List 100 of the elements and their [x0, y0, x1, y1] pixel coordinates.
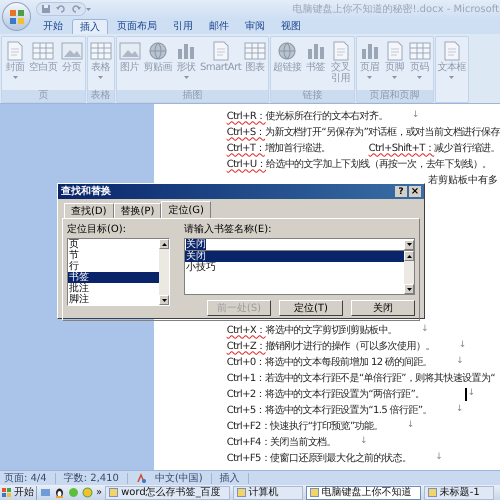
table-icon — [32, 41, 54, 61]
taskbar-button[interactable]: 电脑键盘上你不知道 — [306, 486, 421, 500]
group-label: 插图 — [116, 90, 268, 102]
dropdown-caret-icon — [12, 76, 18, 79]
list-item[interactable]: 书签 — [68, 272, 159, 283]
scroll-down-button[interactable] — [404, 240, 414, 250]
table-icon — [408, 41, 431, 61]
ribbon-tab[interactable]: 视图 — [274, 19, 308, 34]
taskbar-button[interactable]: 计算机 — [232, 486, 303, 500]
window-icon — [236, 488, 246, 497]
window-icon — [109, 488, 118, 497]
start-button[interactable]: 开始 — [0, 486, 37, 500]
document-text: 若剪贴板中有多 — [428, 174, 498, 188]
list-item[interactable]: 批注 — [68, 283, 159, 294]
bookmark-name-combobox[interactable]: 关闭 — [184, 238, 415, 251]
shortcut-description: 若选中的文本行距不是“单倍行距”，则将其快速设置为“ — [265, 372, 495, 386]
shortcut-description: 使窗口还原到最大化之前的状态。 — [270, 452, 412, 466]
scroll-up-button[interactable] — [159, 239, 169, 249]
shortcut-key: Ctrl+Z： — [226, 338, 266, 354]
shortcut-key: Ctrl+T： — [226, 140, 265, 156]
down-arrow-icon — [406, 243, 412, 246]
shortcut-description: 将选中的文本行距设置为“1.5 倍行距”。 — [265, 404, 432, 418]
ribbon-tab[interactable]: 开始 — [36, 19, 70, 34]
ribbon-tab[interactable]: 引用 — [166, 19, 200, 34]
dialog-tab[interactable]: 替换(P) — [114, 203, 162, 218]
shortcut-description: 将选中的文字剪切到剪贴板中。 — [266, 324, 398, 338]
more-button[interactable]: » — [96, 485, 102, 500]
shortcut-description: 给选中的文字加上下划线（再按一次，去年下划线）。 — [266, 158, 492, 172]
language-indicator[interactable]: 中文(中国) — [154, 470, 203, 486]
shortcut-key: Ctrl+F2： — [226, 418, 270, 434]
table-icon — [244, 41, 266, 61]
dropdown-caret-icon — [449, 76, 454, 79]
paragraph-mark: ↓ — [456, 403, 463, 416]
insert-mode[interactable]: 插入 — [220, 470, 240, 486]
circle-icon[interactable] — [82, 487, 93, 498]
list-item[interactable]: 行 — [68, 261, 159, 272]
paragraph-mark: ↓ — [406, 419, 414, 432]
down-arrow-icon — [406, 288, 412, 290]
list-item[interactable]: 小技巧 — [185, 262, 404, 273]
dialog-tab[interactable]: 查找(D) — [64, 203, 114, 218]
shortcut-description: 将选中的文本每段前增加 12 磅的间距。 — [265, 356, 432, 370]
close-button[interactable]: × — [409, 186, 421, 197]
shortcut-description: 快速执行“打印预览”功能。 — [270, 420, 383, 434]
proofing-icon[interactable] — [136, 472, 147, 484]
paragraph-mark: ↓ — [412, 109, 419, 122]
ribbon-tab[interactable]: 插入 — [72, 19, 108, 34]
paragraph-mark: ↓ — [421, 323, 428, 336]
scrollbar[interactable] — [159, 239, 169, 305]
office-button[interactable] — [2, 2, 31, 31]
dropdown-caret-icon — [392, 76, 398, 79]
shortcut-key: Ctrl+0： — [226, 354, 266, 370]
penguin-icon[interactable] — [54, 487, 65, 498]
globe-icon — [146, 41, 169, 61]
shortcut-key: Ctrl+5： — [226, 402, 266, 418]
dialog-button[interactable]: 关闭 — [351, 300, 415, 316]
shortcut-key: Ctrl+U： — [226, 156, 266, 172]
scroll-up-button[interactable] — [404, 251, 414, 261]
list-item[interactable]: 关闭 — [185, 251, 404, 262]
list-item[interactable]: 节 — [68, 250, 159, 261]
globe-icon — [276, 41, 298, 61]
group-label: 页眉和页脚 — [356, 90, 433, 102]
window-icon — [428, 488, 437, 497]
help-button[interactable]: ? — [395, 186, 407, 197]
shortcut-key: Ctrl+F4： — [226, 434, 270, 450]
paragraph-mark: ↓ — [456, 355, 464, 368]
page-count[interactable]: 页面: 4/4 — [4, 470, 47, 486]
dialog-button[interactable]: 定位(T) — [279, 300, 343, 316]
target-listbox[interactable]: 页 节 行 书签 批注 脚注 — [67, 238, 170, 306]
taskbar-button[interactable]: 未标题-1 — [424, 486, 494, 500]
shortcut-description: 为新文档打开“另保存为”对话框，或对当前文档进行保存 — [265, 126, 500, 140]
taskbar-button[interactable]: word怎么存书签_百度 — [105, 486, 230, 500]
window-icon — [310, 488, 319, 497]
ribbon-tab[interactable]: 审阅 — [238, 19, 272, 34]
office-logo-icon — [8, 8, 24, 24]
document-icon — [6, 41, 24, 61]
picture-icon — [118, 41, 140, 61]
list-item[interactable]: 页 — [68, 239, 159, 250]
list-item[interactable]: 脚注 — [68, 294, 159, 305]
group-label: 页 — [2, 90, 84, 102]
paragraph-mark: ↓ — [435, 451, 442, 464]
shortcut-description: 撤销刚才进行的操作（可以多次使用）。 — [266, 340, 435, 354]
bookmark-listbox[interactable]: 关闭 小技巧 — [184, 251, 415, 295]
scrollbar[interactable] — [404, 251, 414, 294]
dropdown-caret-icon — [184, 76, 188, 79]
shortcut-description: 将选中的文本行距设置为“两倍行距”。 — [265, 388, 425, 402]
scroll-down-button[interactable] — [159, 295, 169, 305]
scroll-down-button[interactable] — [404, 284, 414, 294]
group-label: 表格 — [88, 90, 114, 102]
ribbon-tab[interactable]: 页面布局 — [110, 19, 164, 34]
picture-icon — [60, 41, 82, 61]
chart-icon — [175, 41, 197, 61]
document-icon — [332, 41, 350, 61]
target-label: 定位目标(O): — [67, 223, 128, 236]
document-icon — [386, 41, 404, 61]
shortcut-key: Ctrl+1： — [226, 370, 266, 386]
ribbon-tab[interactable]: 邮件 — [202, 19, 236, 34]
dropdown-caret-icon — [98, 76, 103, 79]
dialog-tab[interactable]: 定位(G) — [161, 201, 211, 218]
word-count[interactable]: 字数: 2,410 — [64, 470, 119, 486]
up-arrow-icon — [406, 254, 412, 258]
